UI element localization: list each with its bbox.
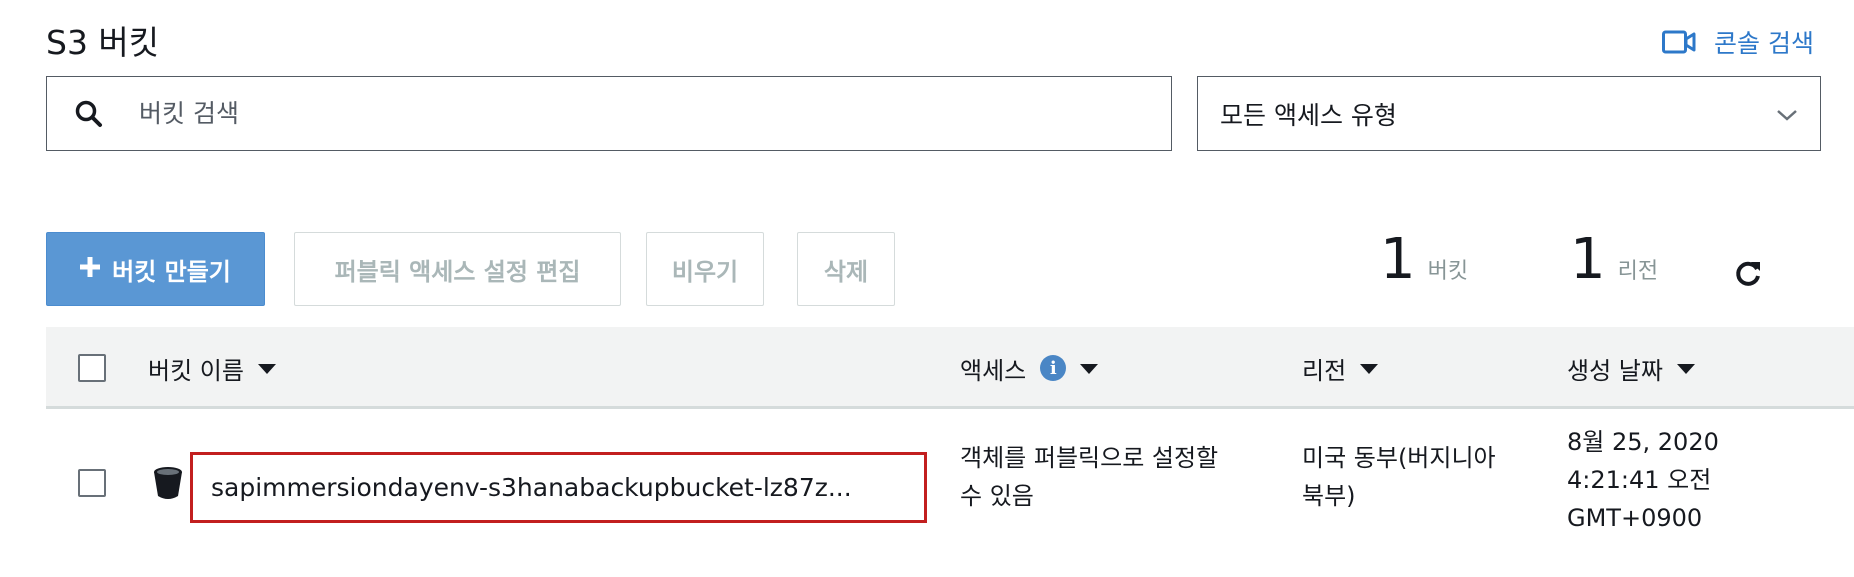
create-bucket-label: 버킷 만들기: [112, 257, 231, 286]
empty-bucket-button[interactable]: 비우기: [646, 232, 764, 306]
column-name-label: 버킷 이름: [148, 356, 244, 385]
column-name[interactable]: 버킷 이름: [148, 327, 276, 409]
create-bucket-button[interactable]: 버킷 만들기: [46, 232, 265, 306]
access-cell: 객체를 퍼블릭으로 설정할 수 있음: [960, 439, 1218, 515]
select-all-checkbox-wrap: [78, 327, 106, 409]
column-access[interactable]: 액세스 i: [960, 327, 1099, 409]
created-line-2: 4:21:41 오전: [1567, 466, 1712, 494]
console-search-label: 콘솔 검색: [1714, 29, 1814, 58]
column-region[interactable]: 리전: [1302, 327, 1379, 409]
delete-bucket-button[interactable]: 삭제: [797, 232, 895, 306]
bucket-icon: [152, 466, 184, 504]
access-line-1: 객체를 퍼블릭으로 설정할: [960, 444, 1219, 472]
console-search-link[interactable]: 콘솔 검색: [1662, 24, 1814, 60]
access-type-selected: 모든 액세스 유형: [1220, 100, 1397, 130]
column-access-label: 액세스: [960, 356, 1027, 385]
info-icon[interactable]: i: [1040, 355, 1067, 381]
empty-bucket-label: 비우기: [671, 257, 739, 286]
created-cell: 8월 25, 2020 4:21:41 오전 GMT+0900: [1567, 423, 1719, 537]
column-region-label: 리전: [1302, 356, 1347, 385]
bucket-name: sapimmersiondayenv-s3hanabackupbucket-lz…: [211, 473, 852, 502]
region-cell: 미국 동부(버지니아 북부): [1302, 439, 1496, 515]
row-checkbox[interactable]: [78, 469, 106, 497]
sort-caret-icon: [1676, 364, 1695, 374]
page-title: S3 버킷: [46, 23, 160, 62]
created-line-3: GMT+0900: [1567, 504, 1703, 532]
edit-public-access-button[interactable]: 퍼블릭 액세스 설정 편집: [294, 232, 621, 306]
delete-bucket-label: 삭제: [823, 257, 869, 286]
region-line-1: 미국 동부(버지니아: [1302, 444, 1496, 472]
region-count-number: 1: [1570, 227, 1606, 292]
bucket-count-number: 1: [1380, 227, 1416, 292]
bucket-name-link[interactable]: sapimmersiondayenv-s3hanabackupbucket-lz…: [190, 452, 927, 523]
column-created-label: 생성 날짜: [1567, 356, 1663, 385]
access-type-select[interactable]: 모든 액세스 유형: [1197, 76, 1821, 151]
bucket-search-box[interactable]: [46, 76, 1172, 151]
region-count: 1 리전: [1570, 232, 1658, 288]
video-icon: [1662, 30, 1696, 54]
column-created[interactable]: 생성 날짜: [1567, 327, 1695, 409]
region-line-2: 북부): [1302, 482, 1356, 510]
created-line-1: 8월 25, 2020: [1567, 428, 1719, 456]
bucket-count-label: 버킷: [1427, 259, 1469, 284]
refresh-icon[interactable]: [1733, 258, 1763, 292]
sort-caret-icon: [1080, 364, 1099, 374]
access-line-2: 수 있음: [960, 482, 1034, 510]
search-icon: [75, 100, 115, 128]
sort-caret-icon: [257, 364, 276, 374]
sort-caret-icon: [1360, 364, 1379, 374]
chevron-down-icon: [1776, 99, 1798, 128]
region-count-label: 리전: [1617, 259, 1659, 284]
plus-icon: [80, 255, 101, 283]
bucket-search-input[interactable]: [137, 98, 1141, 129]
select-all-checkbox[interactable]: [78, 354, 106, 382]
edit-public-access-label: 퍼블릭 액세스 설정 편집: [334, 257, 581, 286]
bucket-count: 1 버킷: [1380, 232, 1468, 288]
